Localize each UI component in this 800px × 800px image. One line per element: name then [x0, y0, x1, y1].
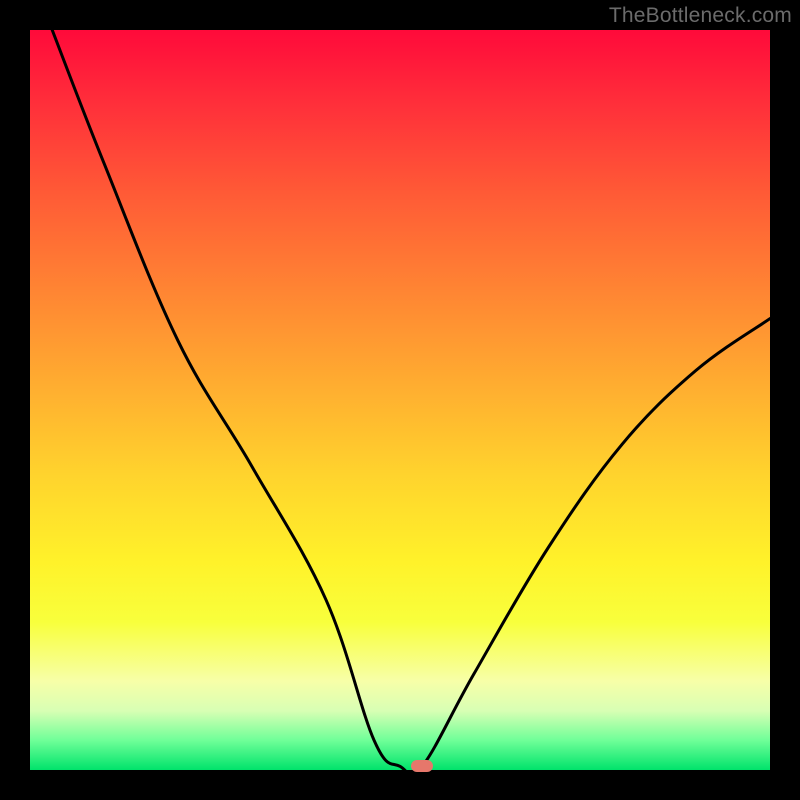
plot-area	[30, 30, 770, 770]
bottleneck-curve-path	[52, 30, 770, 770]
chart-frame: TheBottleneck.com	[0, 0, 800, 800]
curve-svg	[30, 30, 770, 770]
minimum-marker	[411, 760, 433, 772]
attribution-text: TheBottleneck.com	[609, 4, 792, 28]
